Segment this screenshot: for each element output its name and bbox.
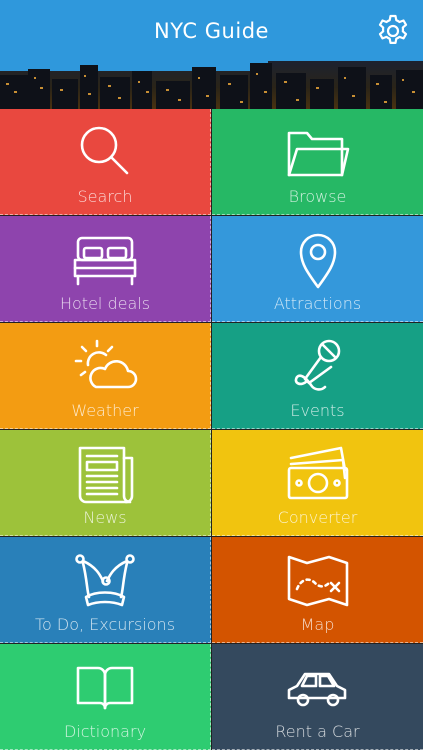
tile-browse[interactable]: Browse [212,109,423,215]
tile-label: Weather [71,401,139,420]
tile-search[interactable]: Search [0,109,211,215]
gear-icon[interactable] [375,13,411,49]
map-pin-icon [299,233,336,289]
tile-label: To Do, Excursions [34,615,176,634]
page-title: NYC Guide [154,18,269,43]
magnifier-icon [80,126,129,175]
tile-rent-a-car[interactable]: Rent a Car [212,644,423,750]
tile-label: Converter [277,508,358,527]
tile-dictionary[interactable]: Dictionary [0,644,211,750]
app-header: NYC Guide [0,0,423,61]
money-icon [287,446,348,500]
sun-cloud-icon [74,339,138,389]
tile-news[interactable]: News [0,430,211,536]
tile-attractions[interactable]: Attractions [212,216,423,322]
tile-to-do-excursions[interactable]: To Do, Excursions [0,537,211,643]
car-icon [287,672,346,707]
tile-label: Hotel deals [59,294,151,313]
tile-label: Rent a Car [275,722,360,741]
folder-icon [287,131,349,177]
tile-label: Attractions [273,294,362,313]
tile-events[interactable]: Events [212,323,423,429]
treasure-map-icon [287,555,348,607]
tile-hotel-deals[interactable]: Hotel deals [0,216,211,322]
tile-label: Dictionary [63,722,147,741]
jester-hat-icon [75,554,135,607]
bed-icon [73,236,137,286]
tile-map[interactable]: Map [212,537,423,643]
microphone-icon [294,339,340,391]
city-banner-image [0,61,423,109]
newspaper-icon [78,446,134,504]
open-book-icon [76,666,134,710]
tile-weather[interactable]: Weather [0,323,211,429]
tile-label: Browse [288,187,347,206]
tile-label: Events [290,401,345,420]
menu-grid: Search Browse Hotel deals Attractions We… [0,109,423,750]
tile-label: Map [300,615,335,634]
tile-converter[interactable]: Converter [212,430,423,536]
tile-label: News [83,508,127,527]
tile-label: Search [77,187,133,206]
